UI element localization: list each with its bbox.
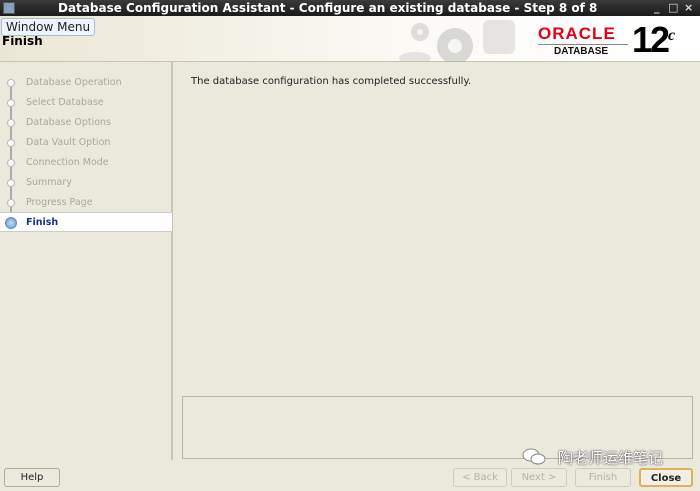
header-banner: Finish ORACLE DATABASE 12c <box>0 16 700 62</box>
close-button[interactable]: Close <box>639 468 693 487</box>
gears-graphic-icon <box>399 20 515 62</box>
step-connection-mode: Connection Mode <box>0 153 172 173</box>
window-menu-tooltip: Window Menu <box>1 18 96 36</box>
step-select-database: Select Database <box>0 93 172 113</box>
watermark-text: 陶老师运维笔记 <box>558 449 664 467</box>
step-database-options: Database Options <box>0 113 172 133</box>
wechat-icon <box>522 448 546 465</box>
content-panel: The database configuration has completed… <box>175 62 697 462</box>
minimize-button[interactable]: _ <box>654 0 660 16</box>
next-button[interactable]: Next > <box>511 468 567 487</box>
window-title: Database Configuration Assistant - Confi… <box>58 1 598 15</box>
window-menu-icon[interactable] <box>3 2 15 14</box>
title-bar: Database Configuration Assistant - Confi… <box>0 0 700 16</box>
step-summary: Summary <box>0 173 172 193</box>
step-database-operation: Database Operation <box>0 73 172 93</box>
maximize-button[interactable]: □ <box>668 0 678 16</box>
help-button[interactable]: Help <box>4 468 60 487</box>
step-progress-page: Progress Page <box>0 193 172 213</box>
page-title: Finish <box>2 34 43 48</box>
back-button[interactable]: < Back <box>453 468 507 487</box>
oracle-database-label: DATABASE <box>554 46 609 57</box>
finish-button[interactable]: Finish <box>575 468 631 487</box>
version-logo: 12c <box>632 19 675 60</box>
close-window-button[interactable]: × <box>684 0 693 16</box>
completion-message: The database configuration has completed… <box>191 76 472 87</box>
step-data-vault-option: Data Vault Option <box>0 133 172 153</box>
step-finish: Finish <box>0 212 172 232</box>
oracle-logo: ORACLE <box>538 24 616 43</box>
steps-panel: Database Operation Select Database Datab… <box>0 62 173 460</box>
